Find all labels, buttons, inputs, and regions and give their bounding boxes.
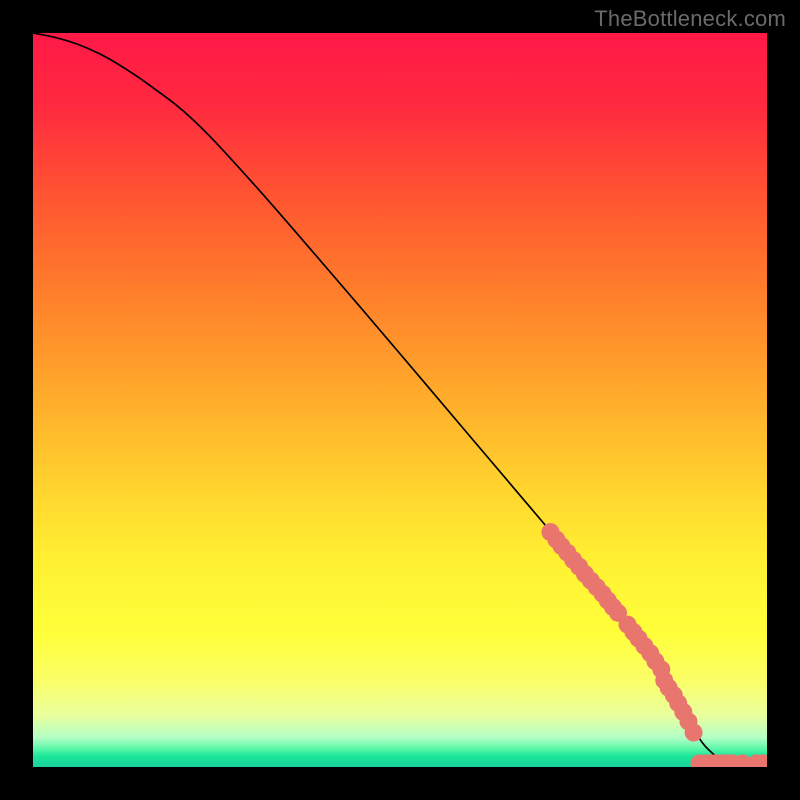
marker-layer <box>33 33 767 767</box>
chart-root: TheBottleneck.com <box>0 0 800 800</box>
data-point <box>685 724 703 742</box>
watermark-text: TheBottleneck.com <box>594 6 786 32</box>
plot-area <box>33 33 767 767</box>
